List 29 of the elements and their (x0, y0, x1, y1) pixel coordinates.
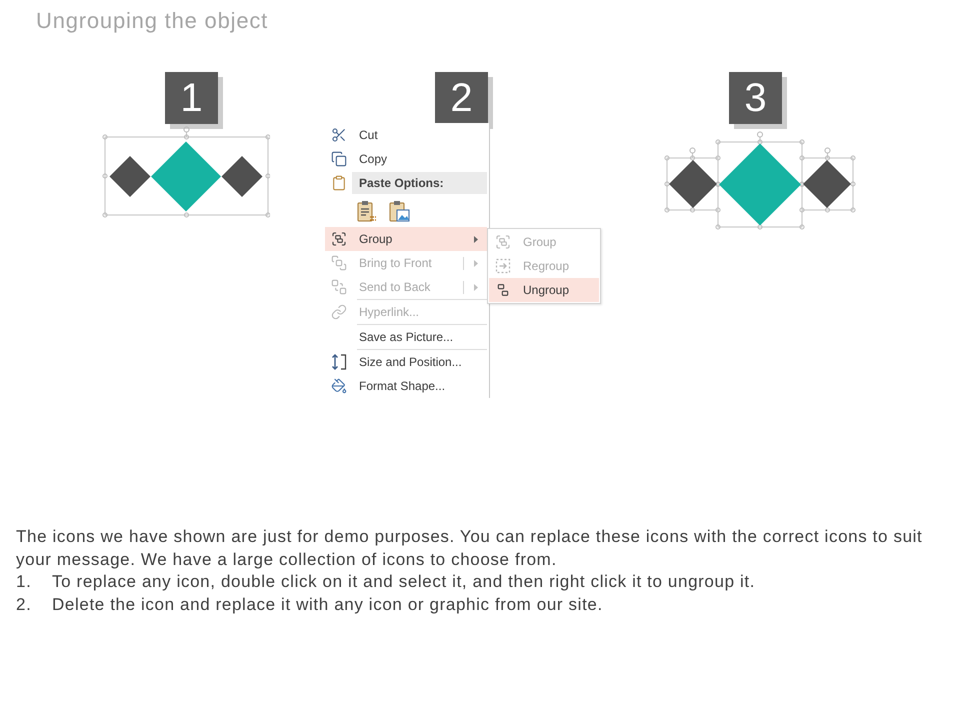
menu-item[interactable]: Format Shape... (325, 374, 487, 398)
note-text: The icons we have shown are just for demo purposes. You can replace these icons with the correct icons to suit your message. We have a large collection of icons to choose from. (16, 526, 924, 571)
framed-squares-icon (331, 231, 347, 247)
up-down-arrow-bracket-icon (331, 353, 347, 371)
slide-title: Ungrouping the object (36, 8, 268, 34)
clipboard-picture-icon[interactable] (389, 200, 410, 222)
submenu-item[interactable]: Ungroup (489, 278, 599, 302)
step-number-badge: 3 (729, 72, 787, 129)
chain-link-icon (331, 304, 347, 320)
diagonal-squares-icon (331, 279, 347, 295)
framed-squares-icon (495, 234, 511, 250)
clipboard-icon (331, 175, 347, 191)
menu-item[interactable]: Group (325, 227, 487, 251)
scissors-icon (331, 127, 347, 143)
menu-section-header: Paste Options: (352, 172, 487, 194)
list-number: 2. (16, 594, 32, 616)
paint-bucket-icon (331, 378, 347, 394)
list-number: 1. (16, 571, 32, 594)
layered-squares-icon (331, 255, 347, 271)
two-squares-icon (495, 282, 511, 298)
menu-item[interactable]: Save as Picture... (325, 325, 487, 349)
list-text: Delete the icon and replace it with any icon or graphic from our site. (52, 594, 603, 616)
menu-item[interactable]: Copy (325, 147, 487, 171)
menu-item[interactable]: Size and Position... (325, 350, 487, 374)
step-number-badge: 2 (435, 72, 493, 129)
clipboard-text-icon[interactable] (357, 200, 377, 222)
copy-icon (331, 151, 347, 167)
step-number-badge: 1 (165, 72, 223, 129)
list-text: To replace any icon, double click on it and select it, and then right click it to ungroup it. (52, 571, 756, 594)
